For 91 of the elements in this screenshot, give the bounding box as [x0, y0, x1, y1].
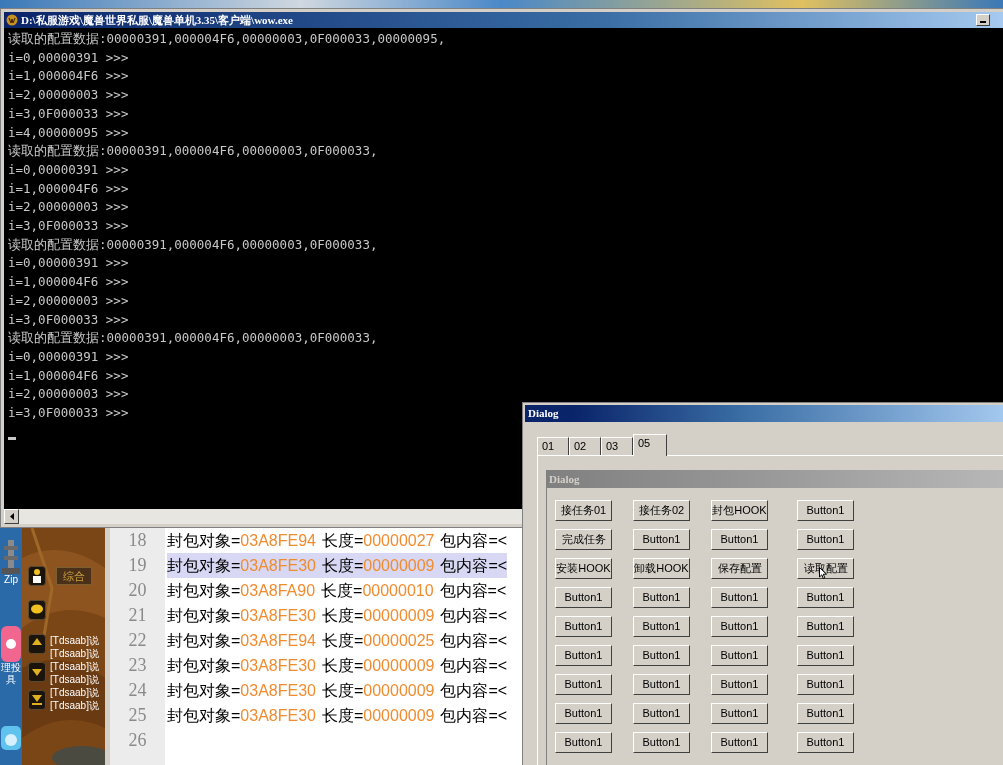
left-arrow-icon: [9, 513, 14, 520]
icon-label: 具: [6, 674, 16, 686]
console-line: i=0,00000391 >>>: [8, 254, 129, 273]
console-line: i=3,0F000033 >>>: [8, 404, 129, 423]
chat-message: [Tdsaab]说: [50, 660, 99, 673]
line-number: 20: [127, 579, 148, 602]
console-line: 读取的配置数据:00000391,000004F6,00000003,0F000033,: [8, 329, 378, 348]
dialog-button[interactable]: 接任务01: [555, 500, 612, 521]
dialog-button[interactable]: Button1: [797, 674, 854, 695]
dialog-button[interactable]: Button1: [711, 703, 768, 724]
tab[interactable]: 03: [601, 437, 633, 455]
chat-message: [Tdsaab]说: [50, 686, 99, 699]
dialog-button[interactable]: Button1: [797, 500, 854, 521]
scroll-left-button[interactable]: [4, 509, 19, 524]
tab[interactable]: 01: [537, 437, 569, 455]
line-number: 23: [127, 654, 148, 677]
dialog-button[interactable]: 接任务02: [633, 500, 690, 521]
line-number: 19: [127, 554, 148, 577]
dialog-button[interactable]: Button1: [633, 587, 690, 608]
dialog-button[interactable]: Button1: [797, 587, 854, 608]
tab[interactable]: 02: [569, 437, 601, 455]
window-title: Dialog: [528, 406, 559, 422]
console-line: i=2,00000003 >>>: [8, 385, 129, 404]
dialog-button[interactable]: Button1: [711, 674, 768, 695]
console-line: i=1,000004F6 >>>: [8, 273, 129, 292]
line-number: 22: [127, 629, 148, 652]
console-line: 读取的配置数据:00000391,000004F6,00000003,0F000033,: [8, 142, 378, 161]
console-line: i=0,00000391 >>>: [8, 347, 129, 366]
dialog-button[interactable]: Button1: [711, 645, 768, 666]
console-line: i=4,00000095 >>>: [8, 123, 129, 142]
console-line: i=2,00000003 >>>: [8, 291, 129, 310]
console-line: i=2,00000003 >>>: [8, 86, 129, 105]
dialog-button[interactable]: 卸载HOOK: [633, 558, 690, 579]
console-line: i=2,00000003 >>>: [8, 198, 129, 217]
chat-message: [Tdsaab]说: [50, 673, 99, 686]
window-title: D:\私服游戏\魔兽世界私服\魔兽单机3.35\客户端\wow.exe: [21, 12, 293, 28]
dialog-button[interactable]: 安装HOOK: [555, 558, 612, 579]
dialog-button[interactable]: Button1: [555, 674, 612, 695]
dialog-button[interactable]: Button1: [797, 732, 854, 753]
icon-label: 理投: [1, 662, 21, 674]
dialog-button[interactable]: Button1: [711, 587, 768, 608]
chat-message: [Tdsaab]说: [50, 647, 99, 660]
dialog-button[interactable]: Button1: [633, 674, 690, 695]
dialog-button[interactable]: Button1: [711, 529, 768, 550]
dialog-button[interactable]: 保存配置: [711, 558, 768, 579]
dialog-button[interactable]: Button1: [555, 703, 612, 724]
app-icon[interactable]: [1, 626, 21, 662]
dialog-button[interactable]: Button1: [633, 616, 690, 637]
console-line: i=3,0F000033 >>>: [8, 104, 129, 123]
figure-icon[interactable]: [28, 566, 46, 586]
app-icon[interactable]: [1, 726, 21, 750]
line-number: 24: [127, 679, 148, 702]
console-line: 读取的配置数据:00000391,000004F6,00000003,0F000033,: [8, 235, 378, 254]
line-number: 25: [127, 704, 148, 727]
dialog-button[interactable]: Button1: [797, 529, 854, 550]
console-line: i=3,0F000033 >>>: [8, 310, 129, 329]
line-number: 26: [127, 729, 148, 752]
text-cursor: [8, 436, 16, 440]
console-line: i=1,000004F6 >>>: [8, 179, 129, 198]
dialog-button[interactable]: 封包HOOK: [711, 500, 768, 521]
console-line: 读取的配置数据:00000391,000004F6,00000003,0F000033,00000095,: [8, 30, 446, 48]
chat-message: [Tdsaab]说: [50, 634, 99, 647]
app-icon: [6, 14, 18, 26]
line-number: 18: [127, 529, 148, 552]
icon-label: Zip: [4, 574, 18, 586]
dialog-button[interactable]: Button1: [711, 616, 768, 637]
minimize-button[interactable]: [976, 14, 990, 26]
console-line: i=1,000004F6 >>>: [8, 67, 129, 86]
chat-message: [Tdsaab]说: [50, 699, 99, 712]
tab[interactable]: 05: [633, 434, 667, 456]
dialog-button[interactable]: Button1: [633, 703, 690, 724]
console-line: i=3,0F000033 >>>: [8, 217, 129, 236]
minimize-icon: [980, 21, 986, 23]
dialog-button[interactable]: Button1: [555, 732, 612, 753]
dialog-button[interactable]: Button1: [633, 645, 690, 666]
console-line: i=0,00000391 >>>: [8, 48, 129, 67]
dialog-button[interactable]: 完成任务: [555, 529, 612, 550]
dialog-button[interactable]: Button1: [555, 645, 612, 666]
console-line: i=0,00000391 >>>: [8, 160, 129, 179]
dialog-button[interactable]: Button1: [797, 645, 854, 666]
speech-bubble-icon[interactable]: [28, 600, 46, 620]
console-line: i=1,000004F6 >>>: [8, 366, 129, 385]
dialog-button[interactable]: Button1: [797, 703, 854, 724]
dialog-button[interactable]: Button1: [555, 616, 612, 637]
dialog-button[interactable]: Button1: [555, 587, 612, 608]
dialog-button[interactable]: Button1: [633, 732, 690, 753]
dialog-button[interactable]: Button1: [633, 529, 690, 550]
dialog-button[interactable]: Button1: [797, 616, 854, 637]
inner-title: Dialog: [549, 471, 580, 487]
dialog-button[interactable]: Button1: [711, 732, 768, 753]
line-number: 21: [127, 604, 148, 627]
